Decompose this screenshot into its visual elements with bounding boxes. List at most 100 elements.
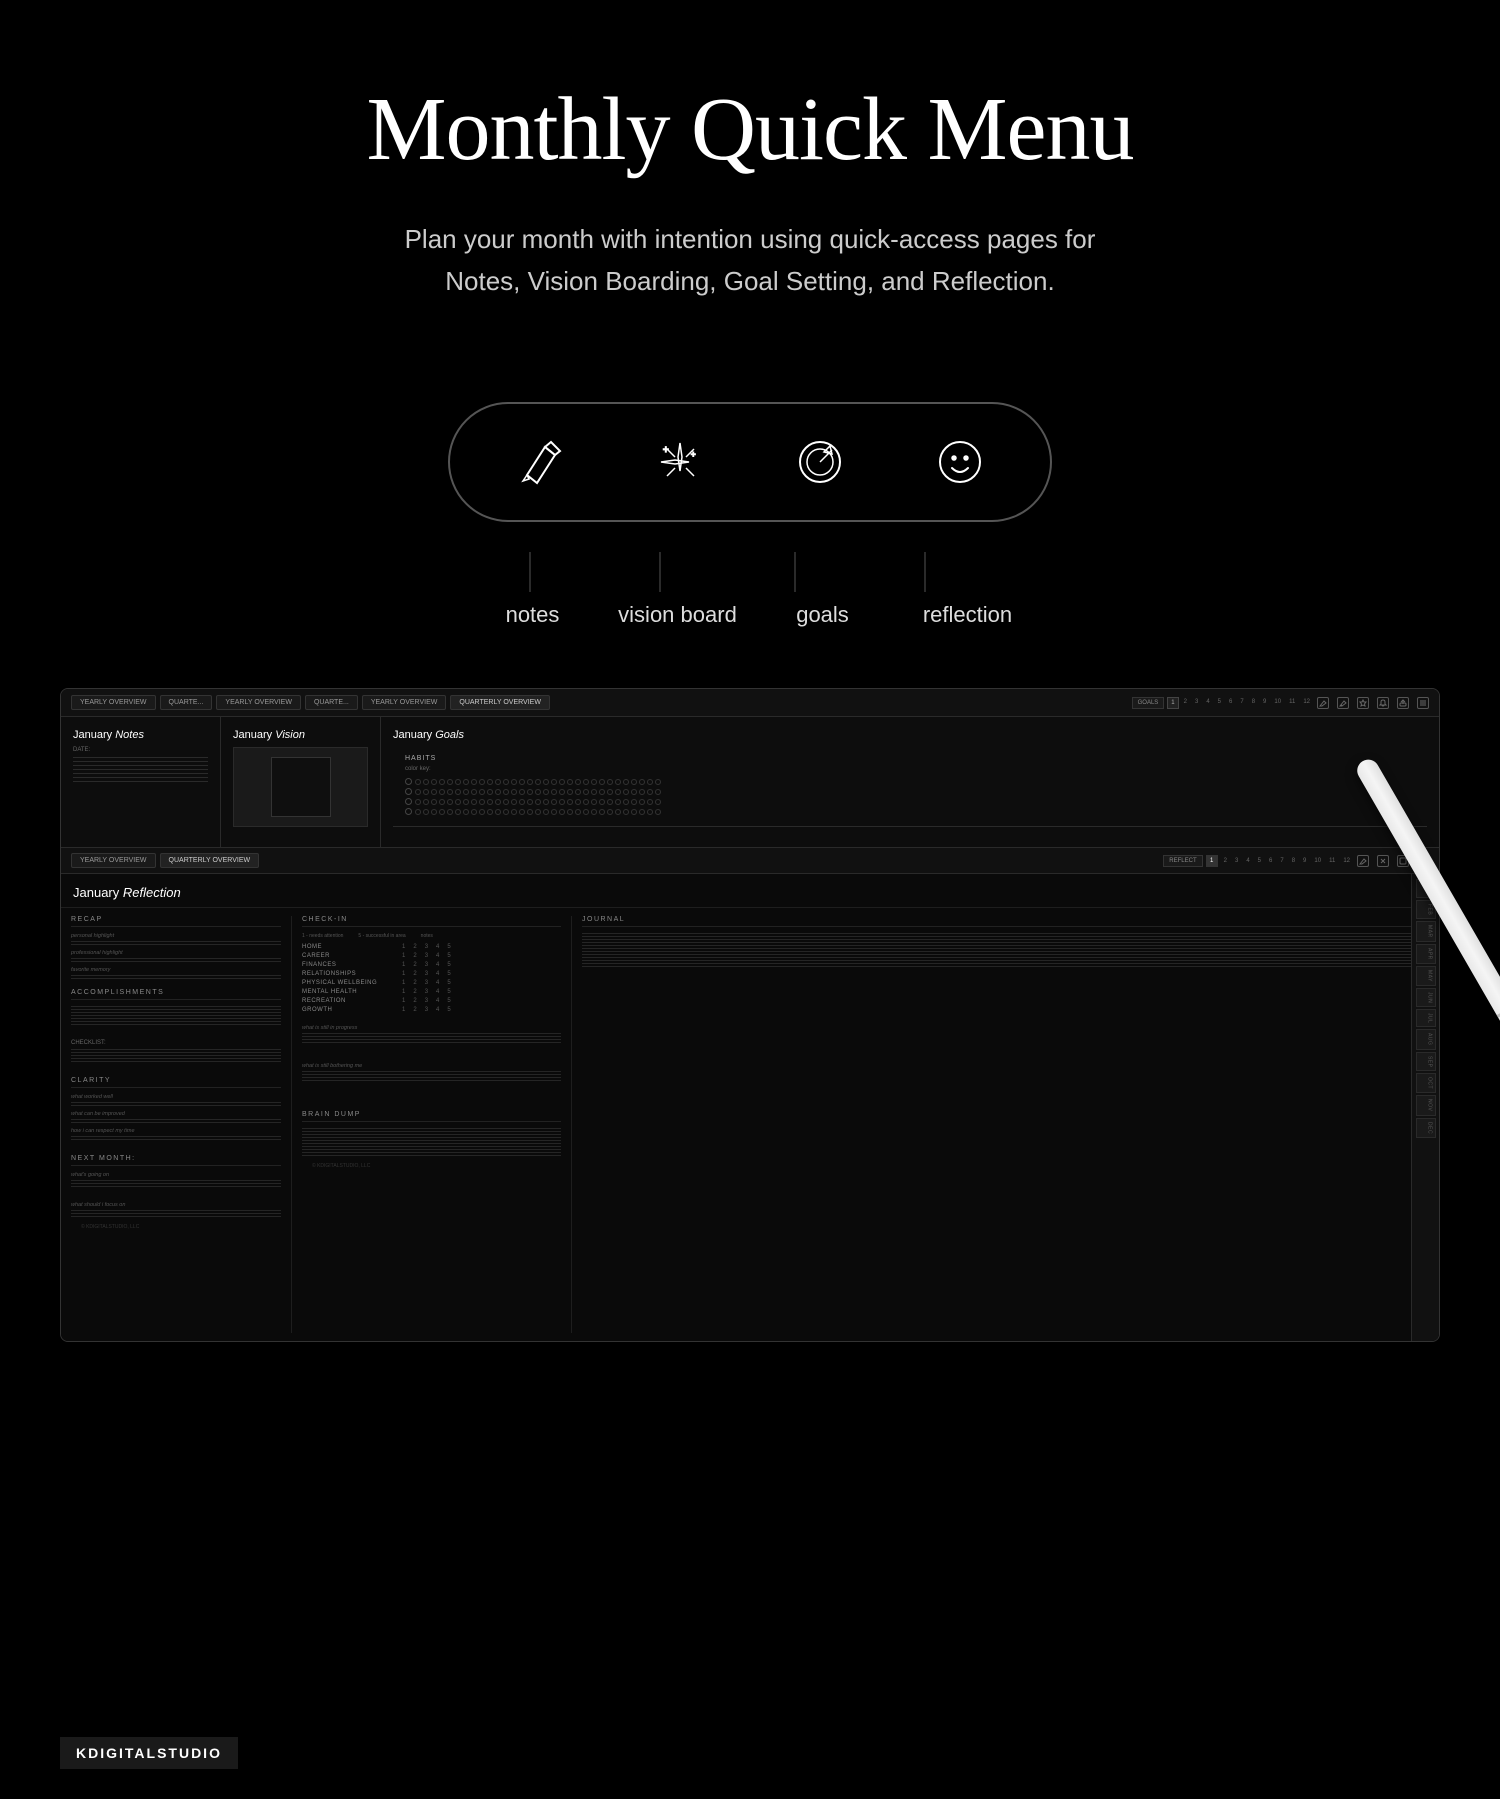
checkin-physical-label: PHYSICAL WELLBEING — [302, 980, 402, 986]
goals-num-2[interactable]: 2 — [1181, 697, 1190, 709]
check-line-5 — [71, 1061, 281, 1062]
reflect-active-num[interactable]: 1 — [1206, 855, 1218, 867]
j-line-6 — [582, 948, 1429, 949]
checkin-relationships-nums: 12345 — [402, 971, 451, 977]
reflect-num-7[interactable]: 7 — [1277, 856, 1286, 866]
reflect-num-12[interactable]: 12 — [1340, 856, 1353, 866]
reflect-num-3[interactable]: 3 — [1232, 856, 1241, 866]
sidebar-tab-aug[interactable]: AUG — [1416, 1029, 1436, 1049]
nav-tab-quarterly-overview[interactable]: QUARTERLY OVERVIEW — [450, 695, 550, 710]
vision-image-placeholder — [271, 757, 331, 817]
reflect-quarterly-tab[interactable]: QUARTERLY OVERVIEW — [160, 853, 260, 868]
checkin-mental-nums: 12345 — [402, 989, 451, 995]
nav-tab-quarterly-1[interactable]: QUARTE... — [160, 695, 213, 710]
reflect-mid-col: CHECK-IN 1 - needs attention 5 - success… — [291, 916, 571, 1333]
goals-num-12[interactable]: 12 — [1300, 697, 1313, 709]
reflect-num-6[interactable]: 6 — [1266, 856, 1275, 866]
nav-icon-menu[interactable] — [1417, 697, 1429, 709]
nav-icon-bell[interactable] — [1377, 697, 1389, 709]
nav-tab-yearly-3[interactable]: YEARLY OVERVIEW — [362, 695, 447, 710]
j-line-3 — [582, 939, 1429, 940]
sb-line-1 — [302, 1071, 561, 1072]
goals-num-11[interactable]: 11 — [1286, 697, 1298, 709]
sidebar-tab-jun[interactable]: JUN — [1416, 988, 1436, 1007]
reflection-italic: Reflection — [123, 885, 181, 900]
reflect-num-2[interactable]: 2 — [1221, 856, 1230, 866]
reflect-icon-x[interactable] — [1377, 855, 1389, 867]
vision-board-area — [233, 747, 368, 827]
bd-line-8 — [302, 1149, 561, 1150]
goals-num-7[interactable]: 7 — [1237, 697, 1246, 709]
goals-num-6[interactable]: 6 — [1226, 697, 1235, 709]
sb-line-4 — [302, 1080, 561, 1081]
sidebar-tab-may[interactable]: MAY — [1416, 966, 1436, 986]
nav-tab-quarterly-2[interactable]: QUARTE... — [305, 695, 358, 710]
habit-row-4 — [405, 808, 1415, 815]
journal-heading: JOURNAL — [582, 916, 1429, 927]
reflect-num-9[interactable]: 9 — [1300, 856, 1309, 866]
nav-tab-yearly-1[interactable]: YEARLY OVERVIEW — [71, 695, 156, 710]
icon-bar: + + — [448, 402, 1052, 522]
still-in-progress-section: what is still in progress — [302, 1025, 561, 1043]
page-title: Monthly Quick Menu — [20, 80, 1480, 179]
respect-time-label: how i can respect my time — [71, 1128, 281, 1134]
nav-icon-pencil[interactable] — [1317, 697, 1329, 709]
reflect-num-4[interactable]: 4 — [1243, 856, 1252, 866]
what-worked-label: what worked well — [71, 1094, 281, 1100]
sidebar-tab-nov[interactable]: NOV — [1416, 1095, 1436, 1115]
smiley-icon — [930, 432, 990, 492]
reflect-num-10[interactable]: 10 — [1311, 856, 1324, 866]
checkin-growth: GROWTH 12345 — [302, 1007, 561, 1013]
icon-item-reflection — [930, 432, 990, 492]
reflect-main: RECAP personal highlight professional hi… — [61, 908, 1439, 1341]
reflect-yearly-tab[interactable]: YEARLY OVERVIEW — [71, 853, 156, 868]
favorite-memory-line-2 — [71, 978, 281, 979]
bd-line-6 — [302, 1143, 561, 1144]
habit-circle-2 — [405, 788, 412, 795]
habit-circle-1 — [405, 778, 412, 785]
sidebar-tab-mar[interactable]: MAR — [1416, 921, 1436, 942]
reflect-num-11[interactable]: 11 — [1326, 856, 1338, 866]
goals-num-8[interactable]: 8 — [1249, 697, 1258, 709]
checkin-physical: PHYSICAL WELLBEING 12345 — [302, 980, 561, 986]
goals-num-4[interactable]: 4 — [1203, 697, 1212, 709]
sidebar-tab-apr[interactable]: APR — [1416, 944, 1436, 964]
reflect-icon-pencil[interactable] — [1357, 855, 1369, 867]
sidebar-tab-dec[interactable]: DEC — [1416, 1118, 1436, 1138]
check-line-2 — [71, 1052, 281, 1053]
goals-num-active[interactable]: 1 — [1167, 697, 1178, 709]
col-notes: January Notes DATE: — [61, 717, 221, 847]
vision-header: January Vision — [233, 729, 368, 741]
sidebar-tab-oct[interactable]: OCT — [1416, 1073, 1436, 1093]
goals-num-3[interactable]: 3 — [1192, 697, 1201, 709]
nav-icon-edit[interactable] — [1337, 697, 1349, 709]
goals-num-9[interactable]: 9 — [1260, 697, 1269, 709]
checkin-recreation-label: RECREATION — [302, 998, 402, 1004]
acc-line-7 — [71, 1024, 281, 1025]
checkin-mental: MENTAL HEALTH 12345 — [302, 989, 561, 995]
icon-item-vision: + + — [650, 432, 710, 492]
sidebar-tab-sep[interactable]: SEP — [1416, 1052, 1436, 1072]
vision-title-italic: Vision — [275, 729, 305, 741]
brand-label: KDIGITALSTUDIO — [60, 1737, 238, 1769]
focus-line-1 — [71, 1210, 281, 1211]
checkin-relationships-label: RELATIONSHIPS — [302, 971, 402, 977]
sip-line-2 — [302, 1036, 561, 1037]
j-line-1 — [582, 933, 1429, 934]
notes-line-4 — [73, 769, 208, 770]
nav-icon-share[interactable] — [1397, 697, 1409, 709]
reflect-num-8[interactable]: 8 — [1289, 856, 1298, 866]
personal-highlight-label: personal highlight — [71, 933, 281, 939]
nav-tab-yearly-2[interactable]: YEARLY OVERVIEW — [216, 695, 301, 710]
goals-nav: GOALS 1 2 3 4 5 6 7 8 9 10 11 12 — [1132, 697, 1313, 709]
goals-num-10[interactable]: 10 — [1271, 697, 1284, 709]
sidebar-tab-jul[interactable]: JUL — [1416, 1009, 1436, 1027]
goals-num-5[interactable]: 5 — [1215, 697, 1224, 709]
check-line-1 — [71, 1049, 281, 1050]
favorite-memory-label: favorite memory — [71, 967, 281, 973]
reflect-num-text: 1 — [1210, 858, 1213, 864]
j-line-12 — [582, 966, 1429, 967]
right-sidebar: JAN FEB MAR APR MAY JUN JUL AUG SEP OCT … — [1411, 874, 1439, 1341]
nav-icon-star[interactable] — [1357, 697, 1369, 709]
reflect-num-5[interactable]: 5 — [1255, 856, 1264, 866]
